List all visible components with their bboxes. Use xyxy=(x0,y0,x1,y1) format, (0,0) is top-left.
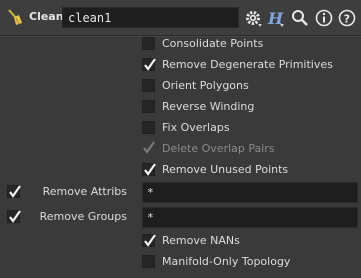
remove-attribs-row: Remove Attribs * xyxy=(0,182,361,203)
fix-overlaps-row: Fix Overlaps xyxy=(0,118,361,139)
orient-polygons-checkbox[interactable] xyxy=(142,79,155,92)
remove-unused-points-label: Remove Unused Points xyxy=(162,163,289,176)
remove-groups-field[interactable]: * xyxy=(142,207,358,228)
consolidate-points-row: Consolidate Points xyxy=(0,34,361,55)
consolidate-points-label: Consolidate Points xyxy=(162,37,264,50)
parameter-header: Clean clean1 H ? xyxy=(0,0,361,35)
orient-polygons-label: Orient Polygons xyxy=(162,79,249,92)
manifold-only-label: Manifold-Only Topology xyxy=(162,255,291,268)
remove-unused-points-row: Remove Unused Points xyxy=(0,160,361,181)
svg-text:?: ? xyxy=(344,13,350,26)
help-icon[interactable]: ? xyxy=(337,8,357,28)
checkmark-icon xyxy=(144,163,156,176)
node-name-field[interactable]: clean1 xyxy=(62,7,239,28)
remove-nans-label: Remove NANs xyxy=(162,234,240,247)
delete-overlap-pairs-label: Delete Overlap Pairs xyxy=(162,142,275,155)
remove-degenerate-label: Remove Degenerate Primitives xyxy=(162,58,333,71)
checkmark-icon xyxy=(9,210,21,223)
search-icon[interactable] xyxy=(290,8,310,28)
remove-nans-checkbox[interactable] xyxy=(142,234,156,247)
orient-polygons-row: Orient Polygons xyxy=(0,76,361,97)
fix-overlaps-label: Fix Overlaps xyxy=(162,121,230,134)
remove-degenerate-checkbox[interactable] xyxy=(142,58,156,71)
checkmark-icon xyxy=(144,58,156,71)
reverse-winding-row: Reverse Winding xyxy=(0,97,361,118)
checkmark-disabled-icon xyxy=(143,141,155,154)
remove-attribs-label: Remove Attribs xyxy=(42,185,127,198)
remove-attribs-toggle[interactable] xyxy=(7,185,21,198)
gear-icon[interactable] xyxy=(243,8,263,28)
checkmark-icon xyxy=(144,234,156,247)
manifold-only-row: Manifold-Only Topology xyxy=(0,252,361,273)
remove-nans-row: Remove NANs xyxy=(0,231,361,252)
remove-degenerate-row: Remove Degenerate Primitives xyxy=(0,55,361,76)
help-h-icon[interactable]: H xyxy=(266,8,286,28)
broom-icon xyxy=(8,9,22,25)
remove-attribs-field[interactable]: * xyxy=(142,182,358,203)
remove-unused-points-checkbox[interactable] xyxy=(142,163,156,176)
fix-overlaps-checkbox[interactable] xyxy=(142,121,155,134)
reverse-winding-checkbox[interactable] xyxy=(142,100,155,113)
remove-groups-toggle[interactable] xyxy=(7,210,21,223)
node-type-label: Clean xyxy=(29,10,64,23)
consolidate-points-checkbox[interactable] xyxy=(142,37,155,50)
remove-groups-label: Remove Groups xyxy=(39,210,127,223)
reverse-winding-label: Reverse Winding xyxy=(162,100,255,113)
checkmark-icon xyxy=(9,185,21,198)
delete-overlap-pairs-row: Delete Overlap Pairs xyxy=(0,139,361,160)
info-icon[interactable] xyxy=(314,8,334,28)
manifold-only-checkbox[interactable] xyxy=(142,255,155,268)
remove-groups-row: Remove Groups * xyxy=(0,207,361,228)
